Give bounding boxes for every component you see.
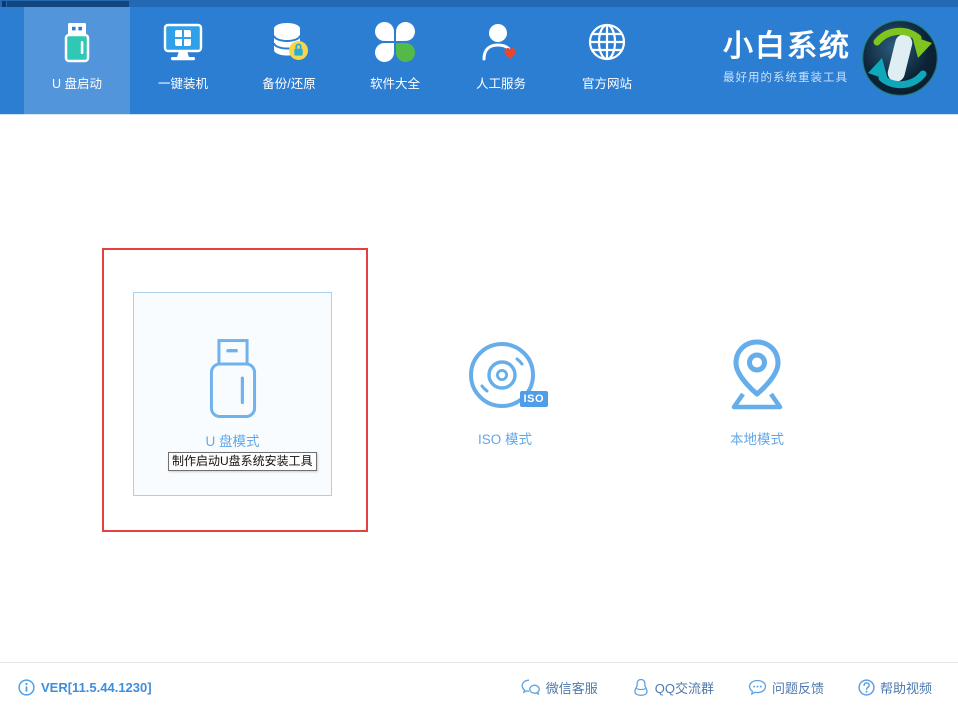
usb-mode-button[interactable]: U 盘模式 制作启动U盘系统安装工具 — [133, 292, 332, 496]
footer-link-label: 问题反馈 — [772, 678, 824, 697]
nav-tab-backup-restore[interactable]: 备份/还原 — [236, 7, 342, 115]
footer-link-label: QQ交流群 — [655, 678, 714, 697]
nav-tab-label: 软件大全 — [370, 73, 420, 92]
nav-tab-official-website[interactable]: 官方网站 — [554, 7, 660, 115]
brand-logo-icon — [860, 18, 940, 98]
window-titlebar — [0, 0, 958, 7]
status-bar: VER[11.5.44.1230] 微信客服 — [0, 662, 958, 711]
nav-tab-label: 官方网站 — [582, 73, 632, 92]
iso-mode-label: ISO 模式 — [453, 428, 557, 448]
footer-links: 微信客服 QQ交流群 — [521, 678, 932, 697]
brand-tagline: 最好用的系统重装工具 — [723, 69, 851, 85]
usb-drive-icon — [55, 20, 99, 64]
feedback-bubble-icon — [748, 679, 767, 696]
nav-tab-one-click-install[interactable]: 一键装机 — [130, 7, 236, 115]
nav-tabs: U 盘启动 一键装机 — [24, 7, 660, 115]
help-question-icon — [858, 679, 875, 696]
local-mode-button[interactable]: 本地模式 — [705, 336, 809, 448]
qq-group-link[interactable]: QQ交流群 — [632, 678, 714, 697]
version-info[interactable]: VER[11.5.44.1230] — [18, 679, 152, 696]
usb-mode-tooltip: 制作启动U盘系统安装工具 — [168, 452, 317, 471]
person-service-icon — [479, 20, 523, 64]
location-pin-icon — [716, 336, 798, 418]
brand-title: 小白系统 — [723, 30, 851, 65]
usb-outline-icon — [203, 336, 263, 422]
nav-tab-label: 人工服务 — [476, 73, 526, 92]
nav-tab-label: 一键装机 — [158, 73, 208, 92]
monitor-install-icon — [161, 20, 205, 64]
nav-tab-usb-boot[interactable]: U 盘启动 — [24, 7, 130, 115]
software-grid-icon — [373, 20, 417, 64]
nav-tab-software-collection[interactable]: 软件大全 — [342, 7, 448, 115]
iso-mode-button[interactable]: ISO ISO 模式 — [453, 336, 557, 448]
window-title-remnant — [2, 1, 6, 7]
footer-link-label: 帮助视频 — [880, 678, 932, 697]
main-content: U 盘模式 制作启动U盘系统安装工具 ISO ISO 模式 — [0, 116, 958, 662]
qq-icon — [632, 678, 650, 697]
app-window: U 盘启动 一键装机 — [0, 0, 958, 711]
brand: 小白系统 最好用的系统重装工具 — [723, 7, 940, 108]
globe-icon — [585, 20, 629, 64]
usb-mode-label: U 盘模式 — [206, 430, 260, 450]
help-video-link[interactable]: 帮助视频 — [858, 678, 932, 697]
info-icon — [18, 679, 35, 696]
database-backup-icon — [267, 20, 311, 64]
nav-tab-label: 备份/还原 — [262, 73, 315, 92]
footer-link-label: 微信客服 — [546, 678, 598, 697]
feedback-link[interactable]: 问题反馈 — [748, 678, 824, 697]
iso-badge: ISO — [520, 391, 548, 407]
nav-tab-label: U 盘启动 — [52, 73, 102, 92]
local-mode-label: 本地模式 — [705, 428, 809, 448]
iso-disc-icon: ISO — [464, 336, 546, 418]
top-navigation-bar: U 盘启动 一键装机 — [0, 0, 958, 115]
nav-tab-customer-service[interactable]: 人工服务 — [448, 7, 554, 115]
wechat-icon — [521, 679, 541, 696]
wechat-service-link[interactable]: 微信客服 — [521, 678, 598, 697]
version-text: VER[11.5.44.1230] — [41, 680, 152, 695]
